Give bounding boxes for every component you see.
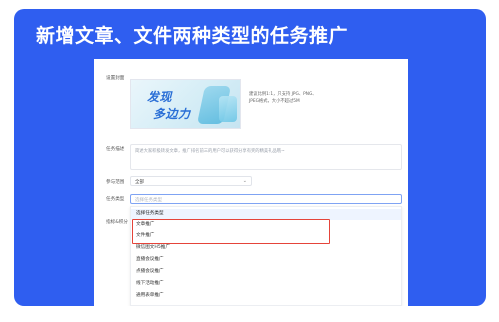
scope-label: 参与范围 [106,180,125,185]
target-label: 指标&积分 [106,220,128,225]
dropdown-option[interactable]: 点播会议推广 [131,267,401,278]
headline: 新增文章、文件两种类型的任务推广 [36,25,349,47]
cover-illustration-shape-small [219,96,237,122]
chevron-down-icon: ⌄ [242,178,247,184]
dropdown-option[interactable]: 线下活动推广 [131,279,401,290]
scope-value: 全部 [135,180,144,185]
desc-textarea[interactable]: 简述大家积极转发文章，推广排名前三的用户可以获得分享有奖的精美礼品哦~ [130,144,402,170]
dropdown-option[interactable]: 通用表单推广 [131,291,401,302]
scope-select[interactable]: 全部 ⌄ [130,176,252,186]
promo-frame: 新增文章、文件两种类型的任务推广 设置封面 发现 多边力 建议比例1:1，只支持… [14,9,486,306]
cover-text-line1: 发现 [147,90,173,104]
type-select[interactable]: 选择任务类型 [130,194,402,204]
desc-placeholder: 简述大家积极转发文章，推广排名前三的用户可以获得分享有奖的精美礼品哦~ [135,149,285,154]
cover-label: 设置封面 [106,76,125,81]
dropdown-option[interactable]: 微信图文H5推广 [131,243,401,254]
cover-hint: 建议比例1:1，只支持 JPG、PNG、JPEG格式，大小不超过5M [249,92,317,104]
cover-text-line2: 多边力 [153,107,191,121]
dropdown-option[interactable]: 直播会议推广 [131,255,401,266]
dropdown-option[interactable]: 选择任务类型 [131,209,401,220]
desc-label: 任务描述 [106,147,125,152]
task-form-panel: 设置封面 发现 多边力 建议比例1:1，只支持 JPG、PNG、JPEG格式，大… [94,59,408,306]
type-label: 任务类型 [106,197,125,202]
cover-image-upload[interactable]: 发现 多边力 [130,79,241,129]
highlight-box [132,219,330,244]
type-dropdown: 选择任务类型 文章推广 文件推广 微信图文H5推广 直播会议推广 点播会议推广 … [130,206,402,306]
type-placeholder: 选择任务类型 [135,198,162,203]
